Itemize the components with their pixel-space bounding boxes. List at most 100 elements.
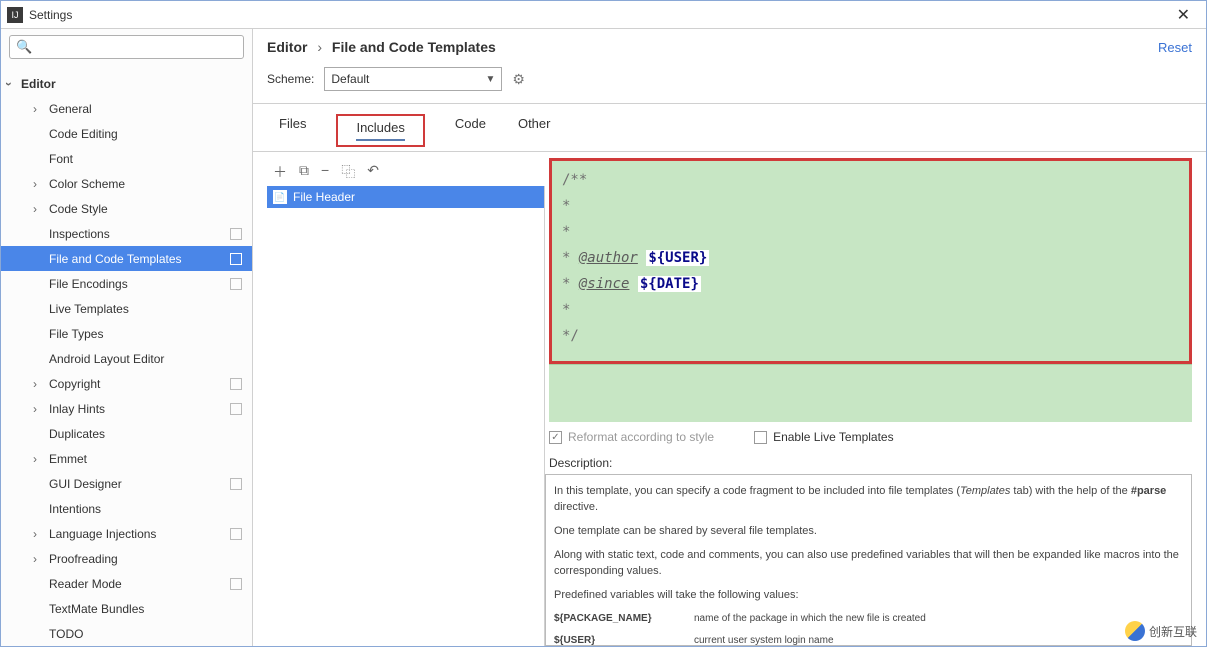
- file-header-item[interactable]: 📄 File Header: [267, 186, 544, 208]
- settings-tree[interactable]: Editor General Code Editing Font Color Schem…: [1, 65, 252, 646]
- breadcrumb: Editor › File and Code Templates: [267, 39, 496, 55]
- description-box: In this template, you can specify a code…: [545, 474, 1192, 646]
- bookmark-icon: [230, 528, 242, 540]
- checkbox-icon: [754, 431, 767, 444]
- sidebar-item-file-types[interactable]: File Types: [1, 321, 252, 346]
- sidebar-item-label: Code Style: [49, 202, 252, 216]
- template-editor-highlight: /** * * * @author ${USER} * @since ${DAT…: [549, 158, 1192, 364]
- sidebar-item-label: File Types: [49, 327, 252, 341]
- sidebar-item-textmate-bundles[interactable]: TextMate Bundles: [1, 596, 252, 621]
- template-editor[interactable]: /** * * * @author ${USER} * @since ${DAT…: [552, 161, 1189, 361]
- sidebar-item-emmet[interactable]: Emmet: [1, 446, 252, 471]
- titlebar: IJ Settings ✕: [1, 1, 1206, 29]
- enable-live-label: Enable Live Templates: [773, 430, 894, 444]
- sidebar-item-file-and-code-templates[interactable]: File and Code Templates: [1, 246, 252, 271]
- search-input[interactable]: 🔍: [9, 35, 244, 59]
- template-list-pane: ＋ ⧉ − ⿻ ↶ 📄 File Header: [267, 158, 545, 646]
- sidebar-item-label: File and Code Templates: [49, 252, 230, 266]
- sidebar-item-label: GUI Designer: [49, 477, 230, 491]
- tab-code[interactable]: Code: [453, 114, 488, 147]
- reformat-label: Reformat according to style: [568, 430, 714, 444]
- sidebar-item-todo[interactable]: TODO: [1, 621, 252, 646]
- tab-other[interactable]: Other: [516, 114, 553, 147]
- bookmark-icon: [230, 228, 242, 240]
- gear-icon[interactable]: ⚙: [512, 71, 525, 88]
- sidebar-item-code-editing[interactable]: Code Editing: [1, 121, 252, 146]
- tab-files[interactable]: Files: [277, 114, 308, 147]
- sidebar-item-label: File Encodings: [49, 277, 230, 291]
- sidebar-item-label: Editor: [21, 77, 252, 91]
- sidebar-item-intentions[interactable]: Intentions: [1, 496, 252, 521]
- sidebar-item-label: Font: [49, 152, 252, 166]
- content-area: Editor › File and Code Templates Reset S…: [253, 29, 1206, 646]
- sidebar-item-label: TextMate Bundles: [49, 602, 252, 616]
- sidebar-item-label: Intentions: [49, 502, 252, 516]
- chevron-down-icon: ▼: [485, 74, 495, 85]
- sidebar-item-copyright[interactable]: Copyright: [1, 371, 252, 396]
- scheme-label: Scheme:: [267, 72, 314, 86]
- sidebar-item-inlay-hints[interactable]: Inlay Hints: [1, 396, 252, 421]
- breadcrumb-current: File and Code Templates: [332, 39, 496, 55]
- sidebar-item-font[interactable]: Font: [1, 146, 252, 171]
- sidebar-item-label: Inlay Hints: [49, 402, 230, 416]
- sidebar-item-label: Code Editing: [49, 127, 252, 141]
- sidebar-item-label: Inspections: [49, 227, 230, 241]
- sidebar-item-color-scheme[interactable]: Color Scheme: [1, 171, 252, 196]
- bookmark-icon: [230, 478, 242, 490]
- sidebar-item-android-layout-editor[interactable]: Android Layout Editor: [1, 346, 252, 371]
- sidebar-item-label: General: [49, 102, 252, 116]
- template-list[interactable]: 📄 File Header: [267, 186, 545, 646]
- sidebar: 🔍 Editor General Code Editing Font Color Sch…: [1, 29, 253, 646]
- window-title: Settings: [29, 8, 72, 22]
- sidebar-item-label: Emmet: [49, 452, 252, 466]
- bookmark-icon: [230, 378, 242, 390]
- app-icon: IJ: [7, 7, 23, 23]
- scheme-select[interactable]: Default ▼: [324, 67, 502, 91]
- sidebar-item-label: Live Templates: [49, 302, 252, 316]
- sidebar-item-inspections[interactable]: Inspections: [1, 221, 252, 246]
- sidebar-item-proofreading[interactable]: Proofreading: [1, 546, 252, 571]
- bookmark-icon: [230, 253, 242, 265]
- watermark-icon: [1125, 621, 1145, 641]
- sidebar-item-label: Android Layout Editor: [49, 352, 252, 366]
- sidebar-item-label: Language Injections: [49, 527, 230, 541]
- add-icon[interactable]: ＋: [273, 162, 287, 182]
- sidebar-item-editor[interactable]: Editor: [1, 71, 252, 96]
- sidebar-item-label: Copyright: [49, 377, 230, 391]
- enable-live-checkbox[interactable]: Enable Live Templates: [754, 430, 894, 444]
- sidebar-item-label: Reader Mode: [49, 577, 230, 591]
- file-icon: 📄: [273, 190, 287, 204]
- description-label: Description:: [545, 452, 1192, 474]
- breadcrumb-editor[interactable]: Editor: [267, 39, 307, 55]
- bookmark-icon: [230, 403, 242, 415]
- sidebar-item-file-encodings[interactable]: File Encodings: [1, 271, 252, 296]
- watermark: 创新互联: [1125, 621, 1197, 641]
- search-icon: 🔍: [16, 39, 32, 55]
- bookmark-icon: [230, 278, 242, 290]
- copy-template-icon[interactable]: ⧉: [299, 162, 309, 182]
- template-toolbar: ＋ ⧉ − ⿻ ↶: [267, 158, 545, 186]
- sidebar-item-language-injections[interactable]: Language Injections: [1, 521, 252, 546]
- sidebar-item-code-style[interactable]: Code Style: [1, 196, 252, 221]
- checkbox-icon: [549, 431, 562, 444]
- sidebar-item-general[interactable]: General: [1, 96, 252, 121]
- search-field[interactable]: [38, 40, 237, 54]
- sidebar-item-label: Color Scheme: [49, 177, 252, 191]
- sidebar-item-reader-mode[interactable]: Reader Mode: [1, 571, 252, 596]
- file-item-label: File Header: [293, 190, 355, 204]
- undo-icon[interactable]: ↶: [367, 162, 379, 182]
- tabs: Files Includes Code Other: [267, 104, 1192, 151]
- copy-icon[interactable]: ⿻: [341, 162, 355, 182]
- tab-includes[interactable]: Includes: [336, 114, 424, 147]
- close-icon[interactable]: ✕: [1167, 3, 1200, 27]
- sidebar-item-label: Duplicates: [49, 427, 252, 441]
- remove-icon[interactable]: −: [321, 162, 329, 182]
- sidebar-item-live-templates[interactable]: Live Templates: [1, 296, 252, 321]
- sidebar-item-label: Proofreading: [49, 552, 252, 566]
- reset-link[interactable]: Reset: [1158, 40, 1192, 55]
- reformat-checkbox[interactable]: Reformat according to style: [549, 430, 714, 444]
- bookmark-icon: [230, 578, 242, 590]
- scheme-value: Default: [331, 72, 369, 86]
- sidebar-item-duplicates[interactable]: Duplicates: [1, 421, 252, 446]
- sidebar-item-gui-designer[interactable]: GUI Designer: [1, 471, 252, 496]
